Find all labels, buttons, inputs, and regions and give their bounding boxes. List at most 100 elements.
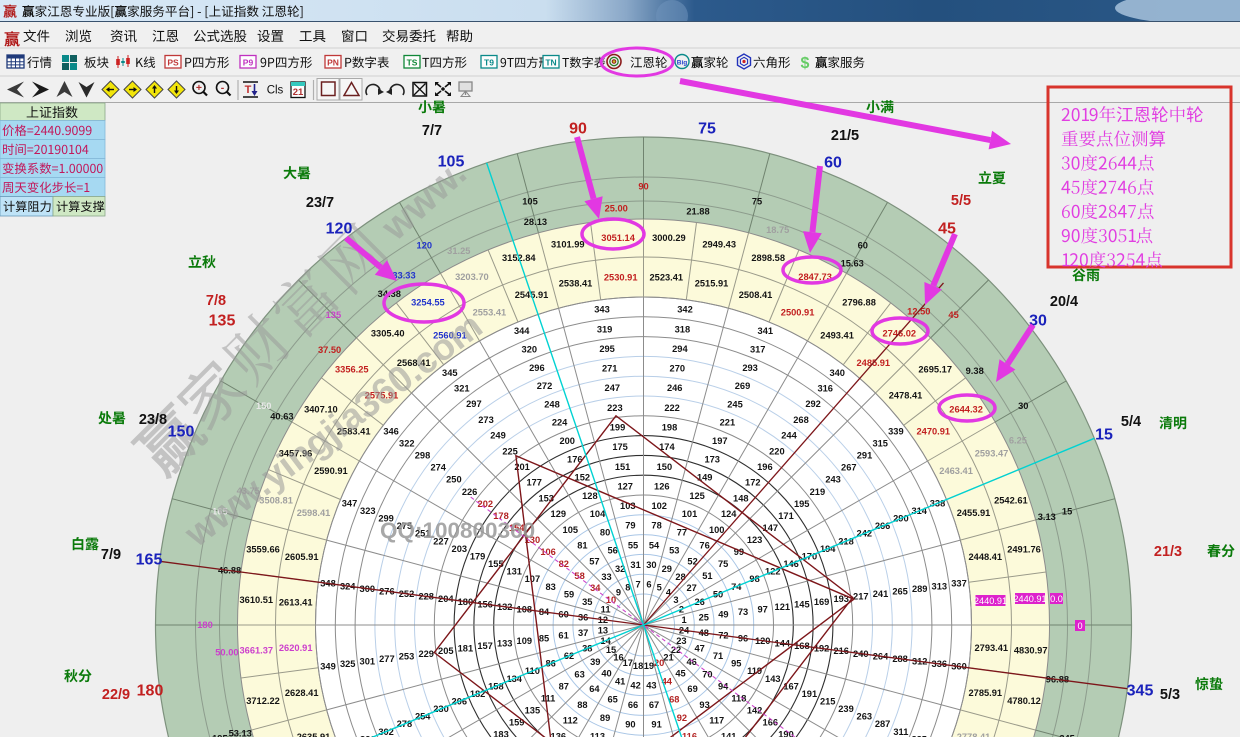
svg-text:3661.37: 3661.37 bbox=[239, 646, 273, 656]
svg-text:83: 83 bbox=[546, 582, 556, 592]
svg-text:155: 155 bbox=[488, 559, 504, 569]
svg-text:217: 217 bbox=[853, 592, 869, 602]
svg-text:89: 89 bbox=[600, 713, 610, 723]
svg-text:0: 0 bbox=[1077, 621, 1082, 631]
svg-text:1: 1 bbox=[682, 615, 687, 625]
svg-text:323: 323 bbox=[360, 506, 376, 516]
svg-text:145: 145 bbox=[794, 599, 810, 609]
svg-text:289: 289 bbox=[912, 584, 928, 594]
svg-text:346: 346 bbox=[383, 427, 399, 437]
svg-text:T: T bbox=[245, 84, 252, 96]
svg-text:33: 33 bbox=[601, 572, 611, 582]
svg-text:347: 347 bbox=[342, 498, 358, 508]
svg-text:325: 325 bbox=[340, 659, 356, 669]
svg-text:25.00: 25.00 bbox=[605, 204, 628, 214]
svg-text:13: 13 bbox=[598, 626, 608, 636]
svg-text:27: 27 bbox=[687, 583, 697, 593]
svg-text:21: 21 bbox=[293, 87, 304, 98]
svg-text:2695.17: 2695.17 bbox=[918, 364, 952, 374]
svg-text:291: 291 bbox=[857, 451, 873, 461]
svg-text:199: 199 bbox=[610, 423, 626, 433]
svg-text:3356.25: 3356.25 bbox=[335, 364, 369, 374]
svg-text:85: 85 bbox=[539, 633, 549, 643]
svg-text:51: 51 bbox=[702, 571, 712, 581]
svg-text:296: 296 bbox=[529, 363, 545, 373]
svg-text:56: 56 bbox=[608, 546, 618, 556]
svg-text:58: 58 bbox=[574, 571, 584, 581]
svg-text:18.75: 18.75 bbox=[766, 225, 789, 235]
svg-text:112: 112 bbox=[563, 716, 578, 726]
svg-text:126: 126 bbox=[654, 481, 670, 491]
svg-text:298: 298 bbox=[415, 451, 431, 461]
svg-text:94: 94 bbox=[718, 681, 729, 691]
svg-text:34: 34 bbox=[590, 583, 601, 593]
svg-text:131: 131 bbox=[506, 567, 522, 577]
svg-text:339: 339 bbox=[888, 427, 904, 437]
svg-text:-: - bbox=[221, 82, 225, 94]
svg-text:90: 90 bbox=[625, 720, 635, 730]
svg-text:150: 150 bbox=[168, 424, 195, 441]
svg-text:21.88: 21.88 bbox=[686, 206, 709, 216]
svg-text:191: 191 bbox=[802, 689, 818, 699]
svg-text:341: 341 bbox=[758, 326, 774, 336]
svg-text:0.0: 0.0 bbox=[1050, 594, 1063, 604]
svg-text:65: 65 bbox=[608, 695, 618, 705]
svg-text:21/5: 21/5 bbox=[831, 128, 859, 144]
svg-text:21/3: 21/3 bbox=[1154, 544, 1182, 560]
svg-text:54: 54 bbox=[649, 540, 660, 550]
svg-text:7/8: 7/8 bbox=[206, 293, 226, 309]
svg-text:220: 220 bbox=[769, 446, 785, 456]
svg-text:175: 175 bbox=[612, 442, 628, 452]
svg-text:150: 150 bbox=[256, 401, 272, 411]
svg-text:7: 7 bbox=[636, 580, 641, 590]
svg-text:3203.70: 3203.70 bbox=[455, 272, 489, 282]
svg-text:Big: Big bbox=[677, 60, 688, 67]
svg-text:248: 248 bbox=[544, 399, 560, 409]
svg-text:2796.88: 2796.88 bbox=[842, 298, 876, 308]
svg-text:2620.91: 2620.91 bbox=[279, 643, 313, 653]
svg-text:111: 111 bbox=[541, 693, 556, 703]
svg-text:31: 31 bbox=[630, 560, 640, 570]
svg-text:246: 246 bbox=[667, 383, 683, 393]
svg-text:2455.91: 2455.91 bbox=[957, 508, 991, 518]
svg-text:17: 17 bbox=[623, 658, 633, 668]
svg-text:243: 243 bbox=[825, 475, 841, 485]
svg-text:223: 223 bbox=[607, 403, 623, 413]
svg-text:318: 318 bbox=[675, 324, 691, 334]
svg-text:221: 221 bbox=[720, 418, 736, 428]
svg-text:15.63: 15.63 bbox=[841, 259, 864, 269]
svg-text:343: 343 bbox=[594, 305, 610, 315]
svg-text:9: 9 bbox=[616, 588, 621, 598]
svg-text:47: 47 bbox=[695, 644, 705, 654]
svg-text:45: 45 bbox=[948, 310, 958, 320]
svg-text:3610.51: 3610.51 bbox=[239, 595, 273, 605]
svg-text:297: 297 bbox=[466, 399, 482, 409]
svg-text:11: 11 bbox=[601, 605, 611, 615]
svg-text:3559.66: 3559.66 bbox=[246, 545, 280, 555]
svg-text:20/4: 20/4 bbox=[1050, 294, 1078, 310]
svg-text:292: 292 bbox=[805, 399, 821, 409]
svg-text:4830.97: 4830.97 bbox=[1014, 646, 1048, 656]
svg-text:53.13: 53.13 bbox=[229, 728, 252, 737]
svg-text:PS: PS bbox=[167, 57, 179, 67]
svg-text:157: 157 bbox=[477, 641, 493, 651]
svg-text:2553.41: 2553.41 bbox=[473, 308, 507, 318]
svg-text:244: 244 bbox=[781, 431, 797, 441]
svg-text:31.25: 31.25 bbox=[447, 246, 470, 256]
svg-text:91: 91 bbox=[651, 720, 661, 730]
svg-text:2778.41: 2778.41 bbox=[957, 732, 991, 737]
svg-text:135: 135 bbox=[525, 705, 541, 715]
svg-text:3000.29: 3000.29 bbox=[652, 233, 686, 243]
svg-text:100: 100 bbox=[709, 525, 725, 535]
svg-text:2628.41: 2628.41 bbox=[285, 688, 319, 698]
svg-text:2463.41: 2463.41 bbox=[939, 466, 973, 476]
svg-text:87: 87 bbox=[559, 681, 569, 691]
svg-text:39: 39 bbox=[590, 657, 600, 667]
svg-text:71: 71 bbox=[713, 651, 723, 661]
svg-text:82: 82 bbox=[559, 559, 569, 569]
svg-text:35: 35 bbox=[582, 597, 592, 607]
svg-text:$: $ bbox=[801, 55, 810, 72]
svg-text:2949.43: 2949.43 bbox=[702, 240, 736, 250]
svg-text:316: 316 bbox=[817, 384, 833, 394]
svg-text:181: 181 bbox=[458, 644, 474, 654]
